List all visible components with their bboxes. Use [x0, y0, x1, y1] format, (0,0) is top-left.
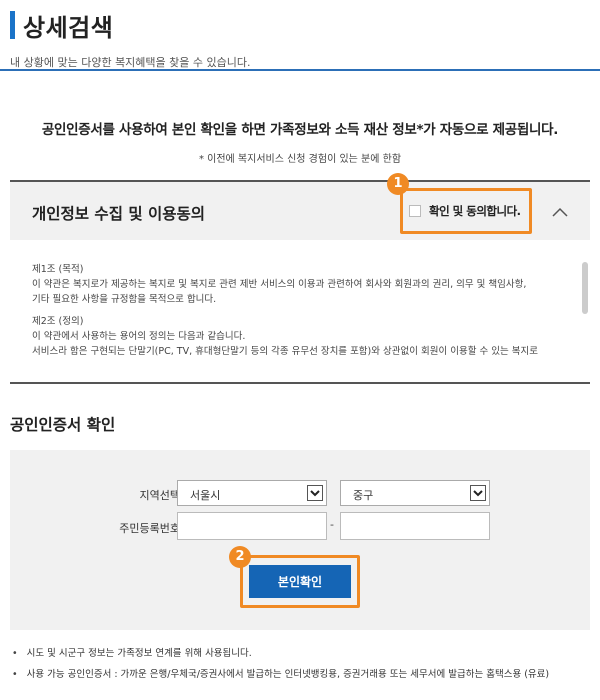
consent-header: 개인정보 수집 및 이용동의 확인 및 동의합니다. — [10, 180, 590, 240]
terms-line: 기타 필요한 사항을 규정함을 목적으로 합니다. — [32, 294, 217, 305]
resident-number-label: 주민등록번호 — [119, 522, 180, 535]
confirm-button-highlight: 본인확인 — [240, 555, 360, 608]
cert-section-title: 공인인증서 확인 — [10, 416, 116, 434]
city-select-value: 서울시 — [190, 489, 221, 502]
title-accent-bar — [10, 11, 15, 39]
terms-line: 서비스라 함은 구현되는 단말기(PC, TV, 휴대형단말기 등의 각종 유무… — [32, 346, 538, 357]
terms-content[interactable]: 제1조 (목적) 이 약관은 복지로가 제공하는 복지로 및 복지로 관련 제반… — [10, 240, 590, 384]
district-select-value: 중구 — [353, 489, 374, 502]
chevron-down-icon — [470, 485, 486, 501]
agree-checkbox-highlight[interactable]: 확인 및 동의합니다. — [400, 188, 532, 234]
city-select[interactable]: 서울시 — [177, 480, 327, 506]
terms-line: 제1조 (목적) — [32, 264, 84, 275]
region-label: 지역선택 — [139, 489, 180, 502]
resident-number-front-input[interactable] — [177, 512, 327, 540]
cert-form-panel: 지역선택 서울시 중구 주민등록번호 - 본인확인 — [10, 450, 590, 630]
note-item: 사용 가능 공인인증서 : 가까운 은행/우체국/증권사에서 발급하는 인터넷뱅… — [12, 664, 592, 685]
district-select[interactable]: 중구 — [340, 480, 490, 506]
notice-section: 공인인증서를 사용하여 본인 확인을 하면 가족정보와 소득 재산 정보*가 자… — [0, 118, 600, 165]
notice-sub-text: * 이전에 복지서비스 신청 경험이 있는 분에 한함 — [198, 154, 402, 165]
step-badge-1: 1 — [387, 173, 409, 195]
chevron-down-icon — [307, 485, 323, 501]
step-badge-2: 2 — [229, 546, 251, 568]
terms-line: 제2조 (정의) — [32, 316, 84, 327]
note-item: 시도 및 시군구 정보는 가족정보 연계를 위해 사용됩니다. — [12, 643, 592, 664]
chevron-up-icon[interactable] — [550, 204, 570, 220]
notice-main-text: 공인인증서를 사용하여 본인 확인을 하면 가족정보와 소득 재산 정보*가 자… — [41, 122, 559, 138]
terms-line: 이 약관은 복지로가 제공하는 복지로 및 복지로 관련 제반 서비스의 이용과… — [32, 279, 527, 290]
consent-title: 개인정보 수집 및 이용동의 — [32, 205, 206, 223]
resident-number-dash: - — [330, 518, 334, 531]
page-subtitle: 내 상황에 맞는 다양한 복지혜택을 찾을 수 있습니다. — [10, 56, 251, 69]
page-title: 상세검색 — [23, 13, 114, 42]
identity-confirm-button[interactable]: 본인확인 — [249, 565, 351, 598]
agree-label[interactable]: 확인 및 동의합니다. — [429, 203, 521, 219]
agree-checkbox[interactable] — [409, 205, 421, 217]
terms-line: 이 약관에서 사용하는 용어의 정의는 다음과 같습니다. — [32, 331, 246, 342]
page-header: 상세검색 내 상황에 맞는 다양한 복지혜택을 찾을 수 있습니다. — [10, 8, 590, 70]
terms-scrollbar[interactable] — [582, 262, 588, 314]
resident-number-back-input[interactable] — [340, 512, 490, 540]
header-divider — [0, 69, 600, 71]
notes-list: 시도 및 시군구 정보는 가족정보 연계를 위해 사용됩니다. 사용 가능 공인… — [12, 643, 592, 685]
